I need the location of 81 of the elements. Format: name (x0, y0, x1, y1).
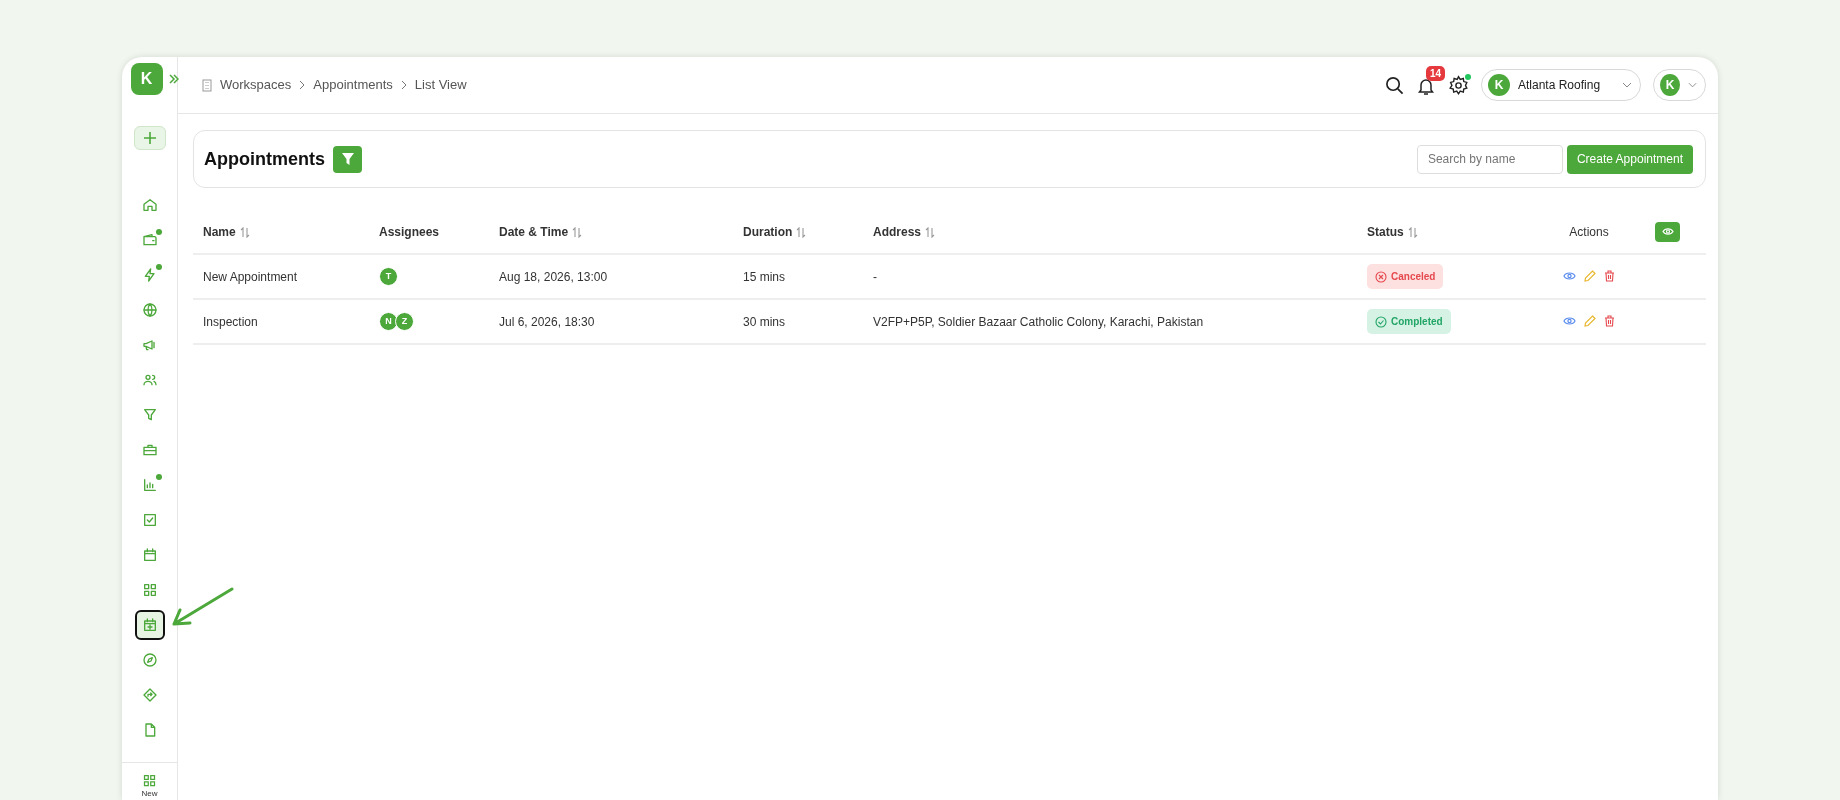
sort-icon[interactable] (1407, 226, 1418, 238)
chevron-right-icon (299, 80, 306, 90)
eye-icon (1563, 270, 1576, 281)
delete-button[interactable] (1604, 269, 1615, 282)
workspace-select[interactable]: K Atlanta Roofing (1481, 69, 1641, 101)
trash-icon (1604, 314, 1615, 327)
page-title: Appointments (204, 147, 325, 171)
wallet-icon (141, 232, 158, 248)
sort-icon[interactable] (239, 226, 250, 238)
status-icon (1375, 270, 1387, 283)
view-button[interactable] (1563, 270, 1576, 281)
calendar-plus-icon (141, 617, 158, 633)
sort-icon[interactable] (796, 226, 807, 238)
home-icon (141, 197, 158, 213)
appointment-name: New Appointment (203, 269, 298, 284)
address: V2FP+P5P, Soldier Bazaar Catholic Colony, Karachi, Pakistan (873, 314, 1204, 329)
search-field[interactable]: Search by name (1416, 144, 1563, 174)
appointment-name: Inspection (203, 314, 258, 329)
bar-chart-icon (141, 477, 158, 493)
checkbox-icon (141, 512, 158, 528)
plus-icon (142, 130, 157, 145)
profile-logo: K (1660, 74, 1680, 96)
expand-icon[interactable] (168, 73, 179, 84)
chevron-down-icon (1687, 82, 1697, 88)
workspace-name: Atlanta Roofing (1518, 77, 1601, 94)
users-icon (141, 372, 158, 388)
calendar-icon (141, 547, 158, 563)
edit-button[interactable] (1584, 314, 1596, 327)
edit-button[interactable] (1584, 269, 1596, 282)
view-button[interactable] (1563, 315, 1576, 326)
status-icon (1375, 315, 1387, 328)
settings-icon[interactable] (1448, 74, 1469, 96)
grid-icon (141, 582, 158, 598)
new-label: New (141, 788, 158, 800)
avatar: T (379, 267, 398, 286)
column-header: Assignees (379, 224, 440, 239)
status-badge: Completed (1367, 309, 1451, 334)
duration: 15 mins (743, 269, 786, 284)
search-icon[interactable] (1385, 75, 1404, 95)
date-time: Aug 18, 2026, 13:00 (499, 269, 608, 284)
breadcrumb-link[interactable]: Workspaces (220, 75, 292, 95)
megaphone-icon (141, 337, 158, 353)
sidebar-item[interactable] (134, 610, 165, 640)
column-header[interactable]: Status (1367, 224, 1404, 239)
column-header[interactable]: Name (203, 224, 236, 239)
chevron-right-icon (400, 80, 407, 90)
eye-icon (1661, 227, 1674, 236)
column-header[interactable]: Address (873, 224, 922, 239)
pointer-arrow (170, 586, 234, 628)
globe-icon (141, 302, 158, 318)
column-header[interactable]: Date & Time (499, 224, 569, 239)
column-header[interactable]: Duration (743, 224, 793, 239)
notification-badge: 14 (1426, 66, 1446, 81)
filter-button[interactable] (333, 145, 362, 173)
pencil-icon (1584, 314, 1596, 327)
briefcase-icon (141, 442, 158, 458)
add-button[interactable] (133, 125, 166, 150)
delete-button[interactable] (1604, 314, 1615, 327)
duration: 30 mins (743, 314, 786, 329)
funnel-icon (341, 153, 354, 165)
funnel-icon (141, 407, 158, 423)
date-time: Jul 6, 2026, 18:30 (499, 314, 595, 329)
compass-icon (141, 652, 158, 668)
workspace-logo: K (1488, 74, 1510, 96)
direction-sign-icon (141, 687, 158, 703)
avatar: Z (395, 312, 414, 331)
column-header: Actions (1569, 224, 1609, 239)
grid-icon[interactable] (142, 773, 157, 788)
pencil-icon (1584, 269, 1596, 282)
trash-icon (1604, 269, 1615, 282)
chevron-down-icon (1622, 82, 1632, 88)
column-visibility-button[interactable] (1655, 221, 1680, 242)
breadcrumb-link[interactable]: Appointments (313, 75, 393, 95)
breadcrumb-link[interactable]: List View (414, 75, 467, 95)
status-badge: Canceled (1367, 264, 1444, 289)
address: - (873, 269, 877, 284)
building-icon (202, 78, 212, 92)
sort-icon[interactable] (572, 226, 583, 238)
sort-icon[interactable] (925, 226, 936, 238)
eye-icon (1563, 315, 1576, 326)
avatar: N (379, 312, 398, 331)
